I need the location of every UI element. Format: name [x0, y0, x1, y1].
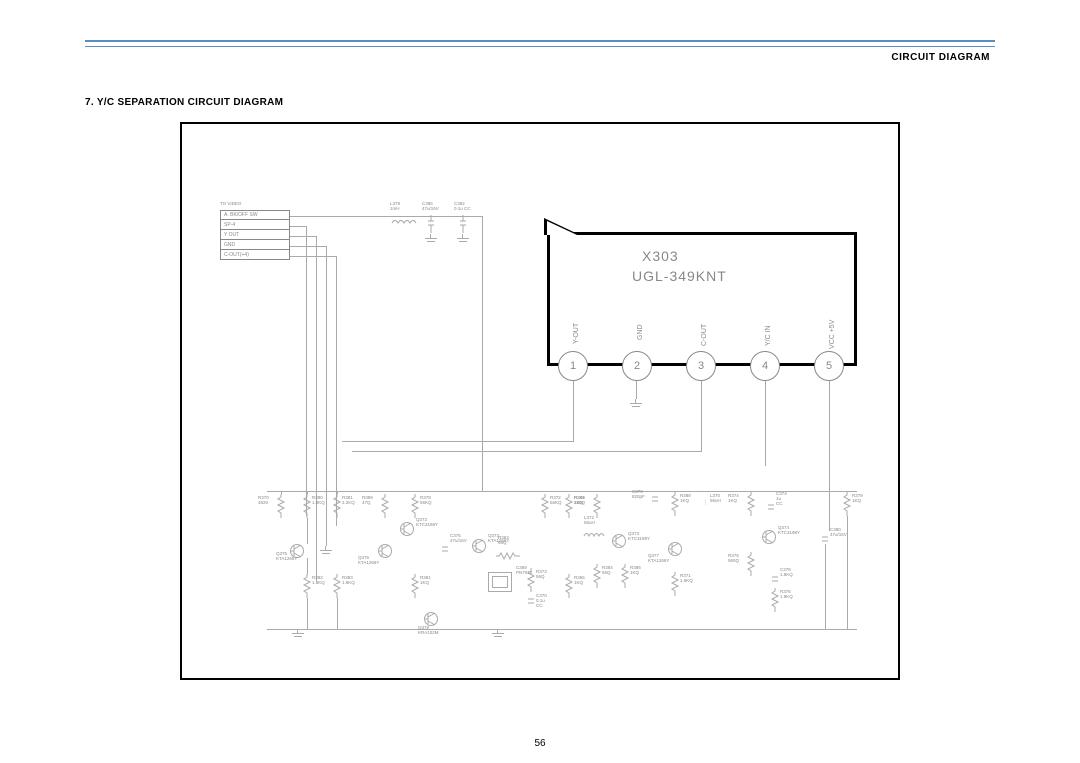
- cap-c375: [442, 542, 448, 554]
- transistor-q376: [378, 544, 392, 558]
- wire: [352, 451, 702, 452]
- resistor: [304, 494, 310, 518]
- chip-notch-fill: [547, 221, 577, 235]
- connector-row: SP-4: [220, 220, 290, 230]
- ground-icon: [292, 629, 304, 639]
- resistor: [304, 574, 310, 598]
- chip-pin-3: 3: [686, 351, 716, 381]
- cap-c382: [460, 218, 466, 230]
- transistor-q372: [400, 522, 414, 536]
- ground-icon: [457, 234, 469, 244]
- connector-row: Y OUT: [220, 230, 290, 240]
- wire: [316, 236, 317, 581]
- chip-part: UGL-349KNT: [632, 268, 727, 284]
- chip-pin-2-label: GND: [637, 324, 644, 340]
- resistor: [278, 494, 284, 518]
- wire: [701, 381, 702, 451]
- connector-row: C-OUT(+4): [220, 250, 290, 260]
- delay-line-dl301: [488, 572, 512, 592]
- chip-pin-5: 5: [814, 351, 844, 381]
- transistor-q374: [762, 530, 776, 544]
- page-number: 56: [0, 738, 1080, 749]
- wire: [290, 246, 326, 247]
- wire: [306, 226, 307, 516]
- cap-c386: [428, 218, 434, 230]
- wire: [636, 381, 637, 399]
- header-rule: [85, 40, 995, 47]
- transistor-q373b: [612, 534, 626, 548]
- connector-block: A. BK/OFF SW SP-4 Y OUT GND C-OUT(+4): [220, 210, 290, 260]
- wire: [290, 236, 316, 237]
- wire: [573, 381, 574, 441]
- chip-pin-2: 2: [622, 351, 652, 381]
- comp-label: L379 1mH: [390, 202, 400, 212]
- comp-label: C386 47u/16V: [422, 202, 439, 212]
- chip-pin-5-label: VCC +5V: [829, 320, 836, 349]
- ground-icon: [320, 546, 332, 556]
- wire: [290, 256, 336, 257]
- wire-rail-gnd: [267, 629, 857, 630]
- ground-icon: [630, 399, 642, 409]
- chip-ref: X303: [642, 248, 679, 264]
- inductor-l379: [392, 213, 416, 219]
- connector-row: GND: [220, 240, 290, 250]
- chip-pin-4: 4: [750, 351, 780, 381]
- connector-title: TO VIDEO: [220, 202, 241, 207]
- wire: [342, 441, 574, 442]
- ground-icon: [425, 234, 437, 244]
- ground-icon: [492, 629, 504, 639]
- wire: [326, 246, 327, 546]
- chip-pin-4-label: Y/C IN: [765, 325, 772, 346]
- header-label: CIRCUIT DIAGRAM: [891, 52, 990, 63]
- resistor: [334, 574, 340, 598]
- chip-pin-1: 1: [558, 351, 588, 381]
- chip-pin-1-label: Y-OUT: [573, 323, 580, 344]
- section-title: 7. Y/C SEPARATION CIRCUIT DIAGRAM: [85, 97, 283, 108]
- wire: [336, 256, 337, 526]
- transistor-q377: [668, 542, 682, 556]
- connector-row: A. BK/OFF SW: [220, 210, 290, 220]
- chip-pin-3-label: C-OUT: [701, 324, 708, 346]
- wire-rail-vcc: [267, 491, 857, 492]
- transistor-q378: [424, 612, 438, 626]
- wire: [482, 216, 483, 491]
- circuit-diagram-frame: X303 UGL-349KNT 1 Y-OUT 2 GND 3 C-OUT 4 …: [180, 122, 900, 680]
- transistor-q373a: [472, 539, 486, 553]
- wire: [290, 216, 482, 217]
- wire: [829, 381, 830, 481]
- comp-label: C382 0.1u CC: [454, 202, 471, 212]
- resistor: [334, 494, 340, 518]
- wire: [290, 226, 306, 227]
- wire: [765, 381, 766, 466]
